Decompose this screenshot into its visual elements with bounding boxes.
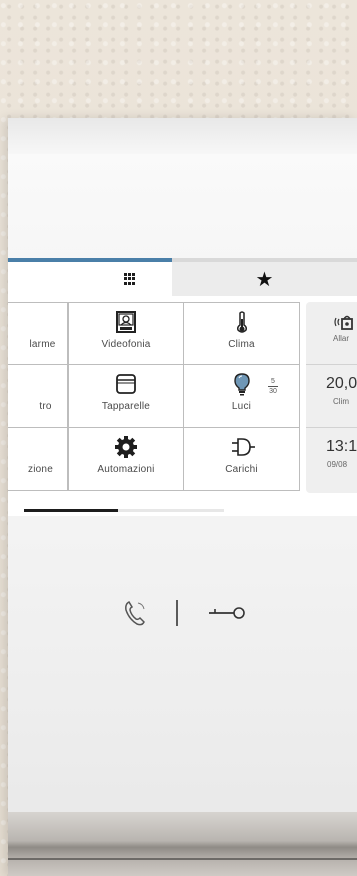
grid-item-label: larme [29,339,56,350]
shutter-icon [114,371,138,397]
grid-item-energy[interactable]: tro [8,365,68,428]
grid-item-label: zione [28,464,53,475]
grid-item-label: Videofonia [101,339,151,350]
grid-item-clima[interactable]: Clima [184,302,300,365]
videophone-icon [115,309,137,335]
tab-grid[interactable] [8,258,172,296]
device-top-edge [8,118,357,154]
tab-bar: ★ [8,258,357,296]
grid-item-label: Automazioni [97,464,155,475]
side-clima-tile[interactable]: 20,0 Clim [306,365,357,428]
gear-icon [114,434,138,460]
diffusion-icon [8,434,38,460]
touch-screen: ★ larme Videofonia Clima tro Tapparelle … [8,258,357,516]
star-icon: ★ [255,268,274,291]
grid-item-label: Tapparelle [101,401,151,412]
plug-icon [228,434,256,460]
grid-item-alarm[interactable]: larme [8,302,68,365]
grid-item-diffusion[interactable]: zione [8,428,68,491]
page-scroll-indicator [24,509,224,512]
side-date: 09/08 [327,460,348,469]
function-grid: larme Videofonia Clima tro Tapparelle Lu… [8,302,300,494]
side-clima-label: Clim [333,397,349,406]
grid-item-carichi[interactable]: Carichi [184,428,300,491]
key-icon [209,607,245,619]
bezel-groove [8,858,357,860]
grid-item-label: Carichi [225,464,258,475]
side-clock-tile: 13:1 09/08 [306,428,357,491]
grid-item-label: Clima [228,339,255,350]
thermometer-icon [235,309,249,335]
tab-favorites[interactable]: ★ [172,258,357,296]
handset-icon [125,601,145,626]
side-alarm-label: Allar [333,334,350,343]
energy-meter-icon [8,371,38,397]
door-key[interactable] [207,603,247,628]
call-key[interactable] [120,598,150,633]
scroll-thumb [24,509,118,512]
alarm-icon [334,315,353,330]
side-alarm-tile[interactable]: Allar [306,302,357,365]
device-bottom-bezel [8,812,357,876]
side-time: 13:1 [326,438,357,455]
alarm-icon [8,309,38,335]
lights-total-count: 30 [269,388,277,395]
lights-on-count: 5 [271,378,275,385]
side-temperature: 20,0 [326,375,357,392]
grid-icon [124,273,136,285]
grid-item-label: Luci [231,401,252,412]
lights-counter: 5 30 [266,377,280,396]
keys-divider [176,600,178,626]
grid-item-label: tro [39,401,52,412]
lightbulb-icon [233,371,251,397]
grid-item-tapparelle[interactable]: Tapparelle [68,365,184,428]
grid-item-automazioni[interactable]: Automazioni [68,428,184,491]
grid-item-luci[interactable]: Luci [184,365,300,428]
favorites-side-panel: Allar 20,0 Clim 13:1 09/08 [306,302,357,493]
grid-item-videofonia[interactable]: Videofonia [68,302,184,365]
